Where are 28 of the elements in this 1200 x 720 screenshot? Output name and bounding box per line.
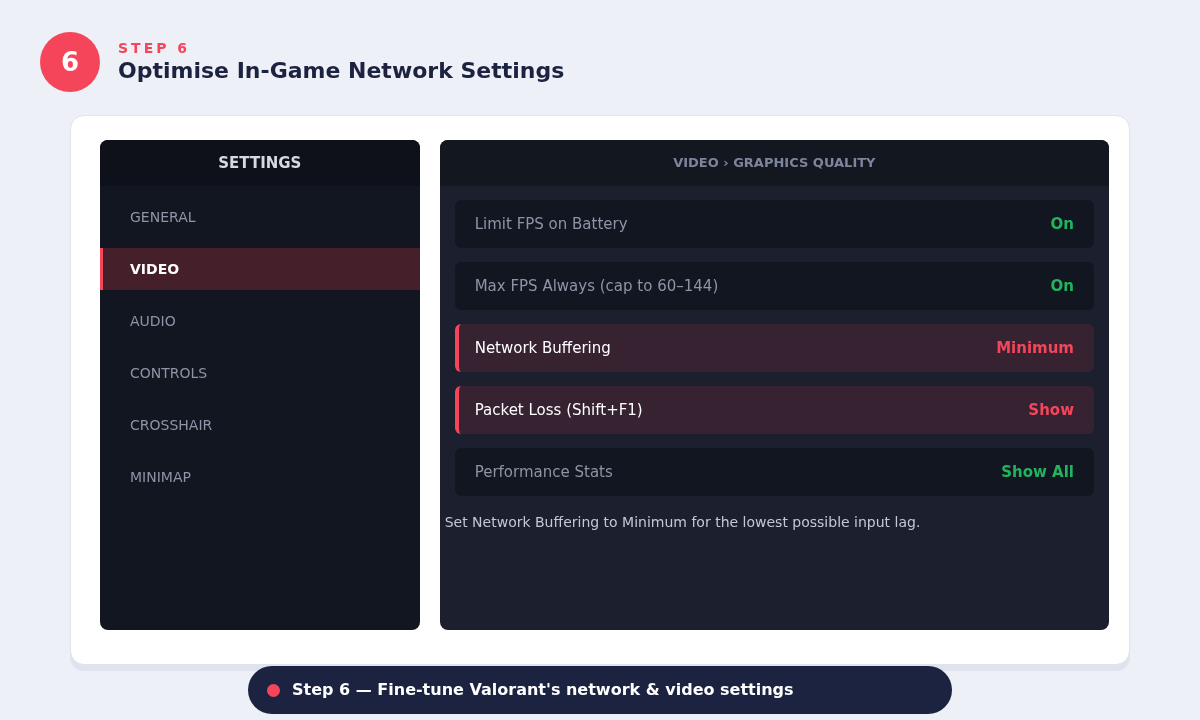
sidebar-item[interactable]: AUDIO xyxy=(100,300,420,342)
sidebar-title: SETTINGS xyxy=(100,140,420,186)
hint-text: Set Network Buffering to Minimum for the lowest possible input lag. xyxy=(443,513,922,532)
sidebar-item[interactable]: CONTROLS xyxy=(100,352,420,394)
sidebar-item[interactable]: VIDEO xyxy=(100,248,420,290)
setting-label: Max FPS Always (cap to 60–144) xyxy=(474,275,719,297)
setting-value: Show xyxy=(1028,399,1074,421)
page-title: Optimise In-Game Network Settings xyxy=(118,57,565,85)
setting-value: On xyxy=(1050,275,1074,297)
setting-label: Packet Loss (Shift+F1) xyxy=(474,399,643,421)
setting-row[interactable]: Network Buffering Minimum xyxy=(454,324,1094,372)
caption-text: Step 6 — Fine-tune Valorant's network & video settings xyxy=(292,679,794,701)
setting-value: On xyxy=(1050,213,1074,235)
sidebar-item[interactable]: CROSSHAIR xyxy=(100,404,420,446)
setting-label: Network Buffering xyxy=(474,337,611,359)
setting-value: Minimum xyxy=(996,337,1074,359)
setting-row[interactable]: Performance Stats Show All xyxy=(454,448,1094,496)
setting-value: Show All xyxy=(1001,461,1074,483)
setting-row[interactable]: Limit FPS on Battery On xyxy=(454,200,1094,248)
setting-row[interactable]: Packet Loss (Shift+F1) Show xyxy=(454,386,1094,434)
sidebar-item[interactable]: MINIMAP xyxy=(100,456,420,498)
step-number-badge: 6 xyxy=(40,32,100,92)
setting-label: Limit FPS on Battery xyxy=(474,213,628,235)
breadcrumb: VIDEO › GRAPHICS QUALITY xyxy=(439,140,1109,186)
sidebar-item[interactable]: GENERAL xyxy=(100,196,420,238)
step-label: STEP 6 xyxy=(118,39,192,57)
setting-label: Performance Stats xyxy=(474,461,613,483)
setting-row[interactable]: Max FPS Always (cap to 60–144) On xyxy=(454,262,1094,310)
